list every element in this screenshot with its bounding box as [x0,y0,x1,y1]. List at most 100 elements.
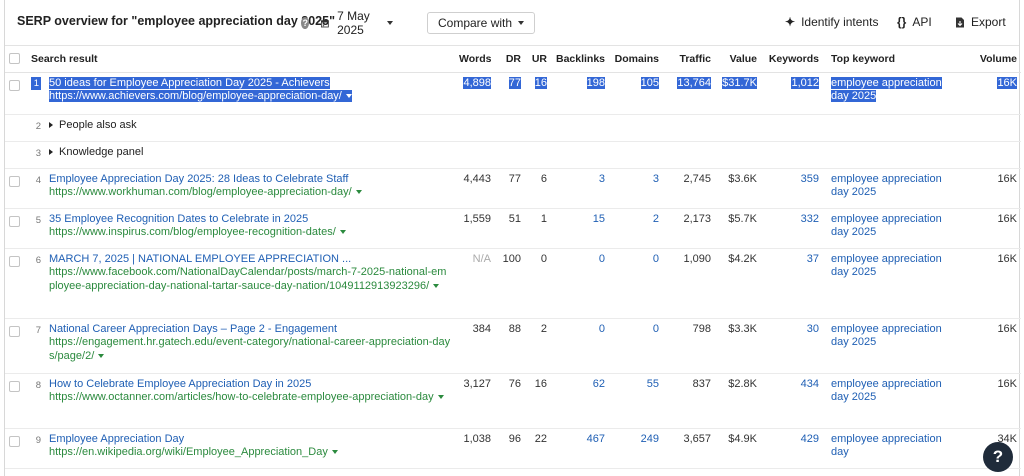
col-keywords[interactable]: Keywords [761,46,824,73]
row-checkbox[interactable] [9,255,20,267]
ur-value: 16 [534,76,548,89]
keywords-link[interactable]: 37 [761,248,824,319]
keywords-link[interactable]: 30 [761,318,824,374]
domains-link[interactable]: 0 [609,248,664,319]
chevron-down-icon[interactable] [433,283,440,288]
chevron-down-icon[interactable] [437,395,444,400]
keywords-link[interactable]: 359 [761,168,824,209]
value-value: $31.7K [722,76,758,89]
row-checkbox[interactable] [9,175,20,187]
result-url-link[interactable]: https://www.achievers.com/blog/employee-… [49,90,352,102]
keywords-link[interactable]: 332 [761,208,824,249]
row-checkbox[interactable] [9,435,20,447]
dr-value: 100 [495,248,526,319]
keywords-link[interactable]: 429 [761,428,824,469]
result-url-link[interactable]: https://www.facebook.com/NationalDayCale… [49,266,451,293]
identify-intents-button[interactable]: ✦ Identify intents [785,15,878,29]
col-ur[interactable]: UR [525,46,552,73]
chevron-down-icon [387,21,394,25]
traffic-value: 2,173 [663,208,716,249]
backlinks-link[interactable]: 467 [551,428,610,469]
export-button[interactable]: Export [955,15,1006,29]
col-domains[interactable]: Domains [609,46,664,73]
backlinks-link[interactable]: 3 [551,168,610,209]
select-all-cell [5,46,27,73]
col-volume[interactable]: Volume [955,46,1022,73]
help-chat-button[interactable]: ? [983,442,1013,472]
chevron-down-icon[interactable] [331,450,338,455]
table-row: 9 Employee Appreciation Day https://en.w… [5,428,1022,469]
backlinks-link[interactable]: 198 [586,76,606,89]
backlinks-link[interactable]: 15 [551,208,610,249]
result-title-link[interactable]: 50 ideas for Employee Appreciation Day 2… [49,76,330,89]
date-picker[interactable]: ? 7 May 2025 [301,9,394,37]
chevron-down-icon[interactable] [98,353,105,358]
table-row: 6 MARCH 7, 2025 | NATIONAL EMPLOYEE APPR… [5,248,1022,319]
result-url-link[interactable]: https://www.workhuman.com/blog/employee-… [49,186,451,200]
top-keyword-link[interactable]: employee appreciation day 2025 [831,76,942,102]
api-label: API [912,15,932,29]
result-url-link[interactable]: https://engagement.hr.gatech.edu/event-c… [49,336,451,363]
result-url-text: https://en.wikipedia.org/wiki/Employee_A… [49,446,328,458]
result-title-link[interactable]: MARCH 7, 2025 | NATIONAL EMPLOYEE APPREC… [49,253,451,267]
identify-label: Identify intents [801,15,879,29]
row-checkbox[interactable] [9,325,20,337]
api-button[interactable]: {} API [897,15,932,29]
top-keyword-link[interactable]: employee appreciation day 2025 [831,173,942,199]
top-keyword-link[interactable]: employee appreciation day [831,433,942,459]
result-title-link[interactable]: How to Celebrate Employee Appreciation D… [49,378,451,392]
domains-link[interactable]: 55 [609,373,664,429]
dr-value: 96 [495,428,526,469]
words-value: 1,038 [455,428,496,469]
help-icon[interactable]: ? [301,17,310,29]
ur-value: 22 [525,428,552,469]
top-keyword-link[interactable]: employee appreciation day 2025 [831,213,942,239]
chevron-down-icon[interactable] [355,190,362,195]
result-url-link[interactable]: https://www.octanner.com/articles/how-to… [49,391,451,405]
result-title-link[interactable]: Employee Appreciation Day [49,433,451,447]
page-title: SERP overview for "employee appreciation… [17,14,336,28]
backlinks-link[interactable]: 0 [551,318,610,374]
result-url-text: https://www.facebook.com/NationalDayCale… [49,266,447,292]
col-backlinks[interactable]: Backlinks [551,46,610,73]
value-value: $5.7K [715,208,762,249]
backlinks-link[interactable]: 62 [551,373,610,429]
knowledge-panel-label: Knowledge panel [59,145,144,158]
ur-value: 6 [525,168,552,209]
chevron-down-icon[interactable] [339,230,346,235]
top-keyword-link[interactable]: employee appreciation day 2025 [831,323,942,349]
domains-link[interactable]: 0 [609,318,664,374]
select-all-checkbox[interactable] [9,53,20,65]
result-title-link[interactable]: National Career Appreciation Days – Page… [49,323,451,337]
result-title-link[interactable]: Employee Appreciation Day 2025: 28 Ideas… [49,173,451,187]
top-keyword-link[interactable]: employee appreciation day 2025 [831,378,942,404]
braces-icon: {} [897,15,907,29]
result-url-link[interactable]: https://www.inspirus.com/blog/employee-r… [49,226,451,240]
top-keyword-link[interactable]: employee appreciation day 2025 [831,253,942,279]
keywords-link[interactable]: 1,012 [791,76,820,89]
volume-value: 16K [955,168,1022,209]
result-title-link[interactable]: 35 Employee Recognition Dates to Celebra… [49,213,451,227]
domains-link[interactable]: 3 [609,168,664,209]
result-url-link[interactable]: https://en.wikipedia.org/wiki/Employee_A… [49,446,451,460]
domains-link[interactable]: 249 [609,428,664,469]
domains-link[interactable]: 2 [609,208,664,249]
backlinks-link[interactable]: 0 [551,248,610,319]
traffic-value: 1,090 [663,248,716,319]
row-checkbox[interactable] [9,380,20,392]
chevron-down-icon[interactable] [345,94,352,99]
col-top-keyword[interactable]: Top keyword [823,46,956,73]
domains-link[interactable]: 105 [640,76,660,89]
col-dr[interactable]: DR [495,46,526,73]
col-search-result[interactable]: Search result [27,46,456,73]
keywords-link[interactable]: 434 [761,373,824,429]
compare-with-button[interactable]: Compare with [427,12,536,34]
people-also-ask-toggle[interactable]: People also ask [49,119,137,131]
row-checkbox[interactable] [9,215,20,227]
col-words[interactable]: Words [455,46,496,73]
row-checkbox[interactable] [9,79,20,91]
col-traffic[interactable]: Traffic [663,46,716,73]
dr-value: 77 [508,76,522,89]
col-value[interactable]: Value [715,46,762,73]
knowledge-panel-toggle[interactable]: Knowledge panel [49,146,143,158]
